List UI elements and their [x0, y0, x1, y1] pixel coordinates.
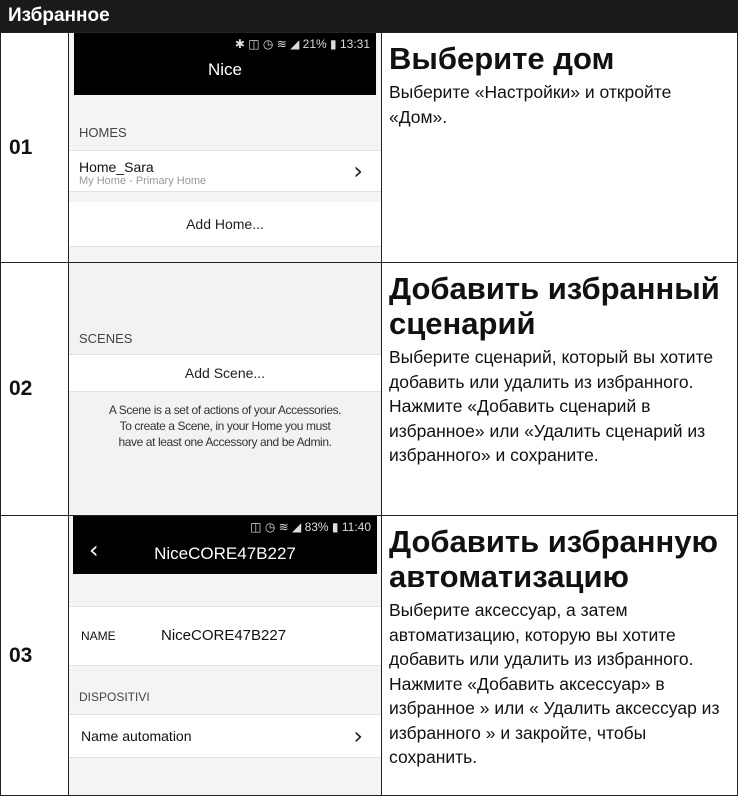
- app-header: ✱ ◫ ◷ ≋ ◢ 21% ▮ 13:31 Nice: [74, 33, 376, 95]
- name-value: NiceCORE47B227: [161, 627, 287, 644]
- step-description: Выберите аксессуар, а затем автоматизаци…: [389, 600, 720, 767]
- home-name: Home_Sara: [79, 159, 154, 175]
- home-subtitle: My Home - Primary Home: [79, 175, 207, 187]
- back-arrow-icon[interactable]: ‹: [89, 536, 99, 564]
- step-screenshot: SCENES Add Scene... A Scene is a set of …: [68, 262, 382, 516]
- phone-screen: ◫ ◷ ≋ ◢ 83% ▮ 11:40 ‹ NiceCORE47B227 NAM…: [69, 516, 381, 795]
- automation-label: Name automation: [81, 728, 192, 744]
- chevron-right-icon: ›: [353, 722, 363, 750]
- steps-table: 01 ✱ ◫ ◷ ≋ ◢ 21% ▮ 13:31 Nice HOMES Home…: [0, 32, 738, 796]
- chevron-right-icon: ›: [353, 157, 363, 185]
- name-row[interactable]: NAME NiceCORE47B227: [69, 606, 381, 666]
- step-description: Выберите сценарий, который вы хотите доб…: [389, 347, 714, 465]
- homes-section-label: HOMES: [79, 125, 127, 140]
- step-heading: Добавить избранный сценарий: [389, 271, 720, 341]
- step-description: Выберите «Настройки» и откройте «Дом».: [389, 82, 672, 127]
- step-row-01: 01 ✱ ◫ ◷ ≋ ◢ 21% ▮ 13:31 Nice HOMES Home…: [0, 32, 738, 263]
- status-bar: ◫ ◷ ≋ ◢ 83% ▮ 11:40: [250, 520, 371, 534]
- step-number: 01: [0, 32, 69, 263]
- step-screenshot: ✱ ◫ ◷ ≋ ◢ 21% ▮ 13:31 Nice HOMES Home_Sa…: [68, 32, 382, 263]
- scene-note: A Scene is a set of actions of your Acce…: [69, 402, 381, 450]
- add-home-label: Add Home...: [186, 216, 264, 232]
- automation-list-item[interactable]: Name automation ›: [69, 714, 381, 758]
- section-title: Избранное: [0, 0, 738, 32]
- app-header: ◫ ◷ ≋ ◢ 83% ▮ 11:40 ‹ NiceCORE47B227: [73, 516, 377, 574]
- step-number: 02: [0, 262, 69, 516]
- add-scene-button[interactable]: Add Scene...: [69, 354, 381, 392]
- step-text: Добавить избранную автоматизацию Выберит…: [381, 515, 738, 796]
- scene-note-line: A Scene is a set of actions of your Acce…: [108, 403, 342, 417]
- step-text: Выберите дом Выберите «Настройки» и откр…: [381, 32, 738, 263]
- phone-screen: SCENES Add Scene... A Scene is a set of …: [69, 263, 381, 515]
- home-list-item[interactable]: Home_Sara My Home - Primary Home ›: [69, 150, 381, 192]
- step-screenshot: ◫ ◷ ≋ ◢ 83% ▮ 11:40 ‹ NiceCORE47B227 NAM…: [68, 515, 382, 796]
- scene-note-line: have at least one Accessory and be Admin…: [118, 435, 332, 449]
- step-heading: Выберите дом: [389, 41, 615, 76]
- scene-note-line: To create a Scene, in your Home you must: [119, 419, 331, 433]
- step-text: Добавить избранный сценарий Выберите сце…: [381, 262, 738, 516]
- step-row-03: 03 ◫ ◷ ≋ ◢ 83% ▮ 11:40 ‹ NiceCORE47B227 …: [0, 515, 738, 796]
- step-heading: Добавить избранную автоматизацию: [389, 524, 718, 594]
- name-key: NAME: [81, 629, 116, 643]
- step-number: 03: [0, 515, 69, 796]
- step-row-02: 02 SCENES Add Scene... A Scene is a set …: [0, 262, 738, 516]
- app-title: Nice: [207, 60, 242, 79]
- status-bar: ✱ ◫ ◷ ≋ ◢ 21% ▮ 13:31: [234, 37, 370, 51]
- scenes-section-label: SCENES: [79, 331, 133, 346]
- document-page: Избранное 01 ✱ ◫ ◷ ≋ ◢ 21% ▮ 13:31 Nice …: [0, 0, 738, 796]
- phone-screen: ✱ ◫ ◷ ≋ ◢ 21% ▮ 13:31 Nice HOMES Home_Sa…: [69, 33, 381, 262]
- add-home-button[interactable]: Add Home...: [69, 202, 381, 247]
- add-scene-label: Add Scene...: [184, 365, 266, 381]
- device-title: NiceCORE47B227: [154, 544, 296, 563]
- devices-section-label: DISPOSITIVI: [79, 690, 150, 704]
